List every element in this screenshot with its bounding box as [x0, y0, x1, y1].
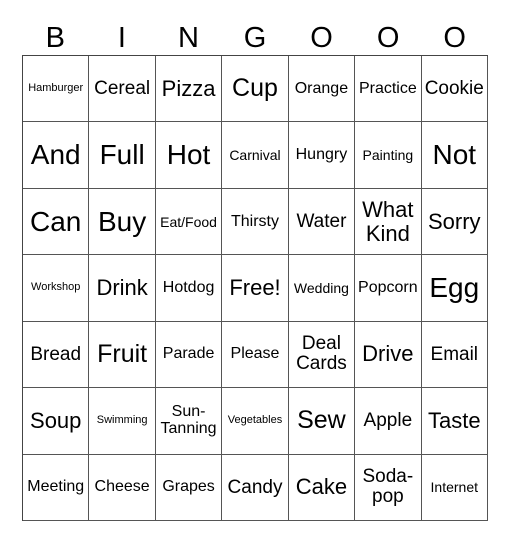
bingo-cell: Internet [421, 454, 488, 521]
header-letter: B [45, 22, 65, 54]
bingo-cell: Carnival [222, 122, 289, 189]
bingo-cell: Hungry [288, 122, 356, 189]
bingo-cell: Free! [222, 255, 289, 322]
bingo-cell: Deal Cards [288, 321, 356, 389]
bingo-cell: Cheese [89, 454, 156, 521]
header-letter: N [177, 22, 199, 54]
bingo-cell: Drive [355, 321, 422, 389]
bingo-cell: Eat/Food [155, 188, 223, 256]
bingo-cell: Taste [421, 388, 488, 455]
bingo-cell: Swimming [89, 388, 156, 455]
bingo-cell: Drink [89, 255, 156, 322]
bingo-cell: Pizza [155, 56, 223, 123]
bingo-cell: Soup [23, 388, 90, 455]
bingo-cell: Parade [155, 321, 223, 389]
bingo-cell: Candy [222, 454, 289, 521]
bingo-cell: Soda-pop [355, 454, 422, 521]
header-letter: O [443, 22, 466, 54]
bingo-cell: Wedding [288, 255, 356, 322]
header-letter: G [243, 22, 267, 54]
bingo-cell: Buy [89, 188, 156, 256]
bingo-cell: Cake [288, 454, 356, 521]
bingo-cell: Cereal [89, 56, 156, 123]
bingo-cell: Popcorn [355, 255, 422, 322]
bingo-header: B I N G O O O [22, 18, 488, 58]
bingo-cell: Cup [222, 56, 289, 123]
bingo-cell: Vegetables [222, 388, 289, 455]
bingo-cell: Hot [155, 122, 223, 189]
bingo-cell: Egg [421, 255, 488, 322]
bingo-cell: Fruit [89, 321, 156, 389]
bingo-cell: Meeting [23, 454, 90, 521]
bingo-cell: Please [222, 321, 289, 389]
bingo-cell: Sorry [421, 188, 488, 256]
bingo-cell: Apple [355, 388, 422, 455]
bingo-card-grid: Hamburger Cereal Pizza Cup Orange Practi… [22, 55, 488, 521]
bingo-cell: Painting [355, 122, 422, 189]
bingo-cell: Not [421, 122, 488, 189]
bingo-cell: Hotdog [155, 255, 223, 322]
bingo-cell: Can [23, 188, 90, 256]
bingo-cell: Cookie [421, 56, 488, 123]
bingo-cell: And [23, 122, 90, 189]
bingo-cell: Water [288, 188, 356, 256]
bingo-cell: Email [421, 321, 488, 389]
bingo-cell: Bread [23, 321, 90, 389]
bingo-cell: Grapes [155, 454, 223, 521]
bingo-cell: Hamburger [23, 56, 90, 123]
bingo-cell: Sew [288, 388, 356, 455]
bingo-cell: Practice [355, 56, 422, 123]
header-letter: O [310, 22, 333, 54]
bingo-cell: Full [89, 122, 156, 189]
bingo-cell: Orange [288, 56, 356, 123]
header-letter: I [117, 22, 126, 54]
header-letter: O [376, 22, 400, 54]
bingo-cell: Sun-Tanning [155, 388, 223, 455]
bingo-cell: What Kind [355, 188, 422, 256]
bingo-cell: Workshop [23, 255, 90, 322]
bingo-cell: Thirsty [222, 188, 289, 256]
